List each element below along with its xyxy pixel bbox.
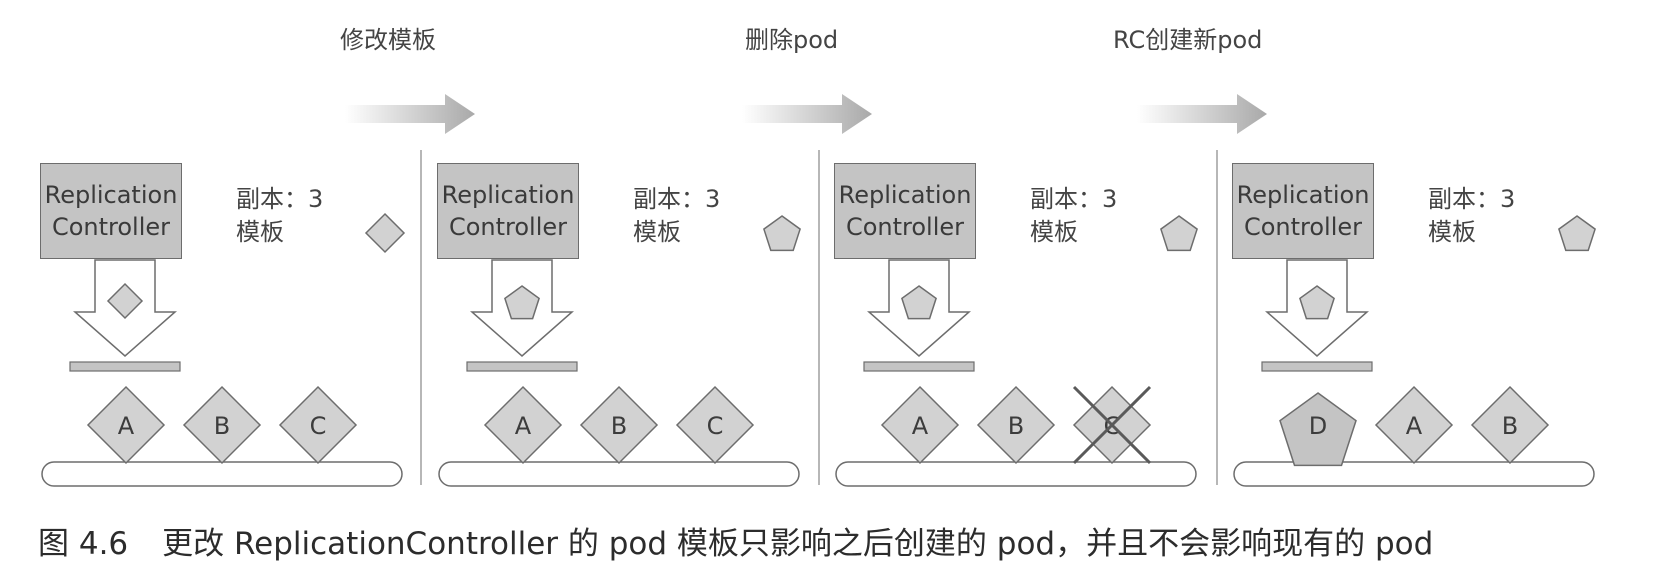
- pod-base: [1233, 461, 1595, 487]
- template-bar: [69, 361, 181, 372]
- template-pentagon-icon: [1160, 215, 1198, 252]
- pod-base: [835, 461, 1197, 487]
- pod-label: C: [310, 412, 327, 440]
- pod-label: C: [707, 412, 724, 440]
- panel-1-shapes: A B C: [41, 212, 406, 487]
- pod-label: D: [1309, 412, 1327, 440]
- panel-2-shapes: A B C: [438, 215, 801, 487]
- pod-label: A: [912, 412, 929, 440]
- panel-4-shapes: DAB: [1233, 215, 1596, 487]
- pod-label: B: [1502, 412, 1518, 440]
- panel-3-shapes: ABC: [835, 215, 1198, 487]
- pod-base: [41, 461, 403, 487]
- pod-label: A: [118, 412, 135, 440]
- template-bar: [1261, 361, 1373, 372]
- template-pentagon-icon: [763, 215, 801, 252]
- pod-label: B: [214, 412, 230, 440]
- template-bar: [863, 361, 975, 372]
- pod-label: A: [1406, 412, 1423, 440]
- caption-text: 更改 ReplicationController 的 pod 模板只影响之后创建…: [162, 526, 1434, 562]
- template-diamond-icon: [364, 212, 406, 254]
- pod-label: B: [1008, 412, 1024, 440]
- pod-base: [438, 461, 800, 487]
- pod-label: B: [611, 412, 627, 440]
- diagram-canvas: ABCABCABCDAB: [41, 212, 1596, 487]
- figure-caption: 图 4.6 更改 ReplicationController 的 pod 模板只影…: [38, 518, 1433, 563]
- figure-number: 图 4.6: [38, 526, 129, 562]
- template-bar: [466, 361, 578, 372]
- template-pentagon-icon: [1558, 215, 1596, 252]
- pod-label: A: [515, 412, 532, 440]
